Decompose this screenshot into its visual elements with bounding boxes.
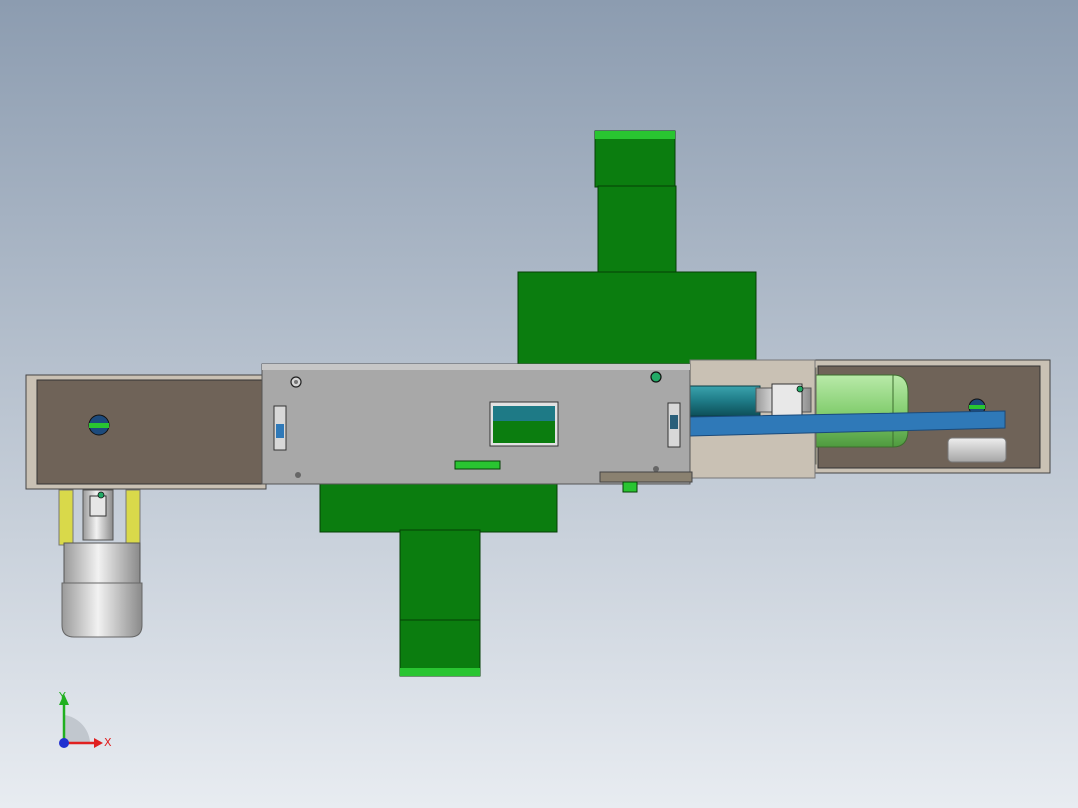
cad-viewport[interactable]: Y X bbox=[0, 0, 1078, 808]
cad-canvas[interactable]: Y X bbox=[0, 0, 1078, 808]
carriage-plate[interactable] bbox=[261, 363, 693, 493]
axis-y-label: Y bbox=[58, 690, 66, 703]
left-housing-sight-hole bbox=[88, 414, 110, 436]
axis-x-label: X bbox=[104, 736, 112, 749]
left-drive-motor[interactable] bbox=[58, 489, 143, 638]
left-housing[interactable] bbox=[25, 374, 267, 490]
axis-z-icon bbox=[59, 738, 69, 748]
